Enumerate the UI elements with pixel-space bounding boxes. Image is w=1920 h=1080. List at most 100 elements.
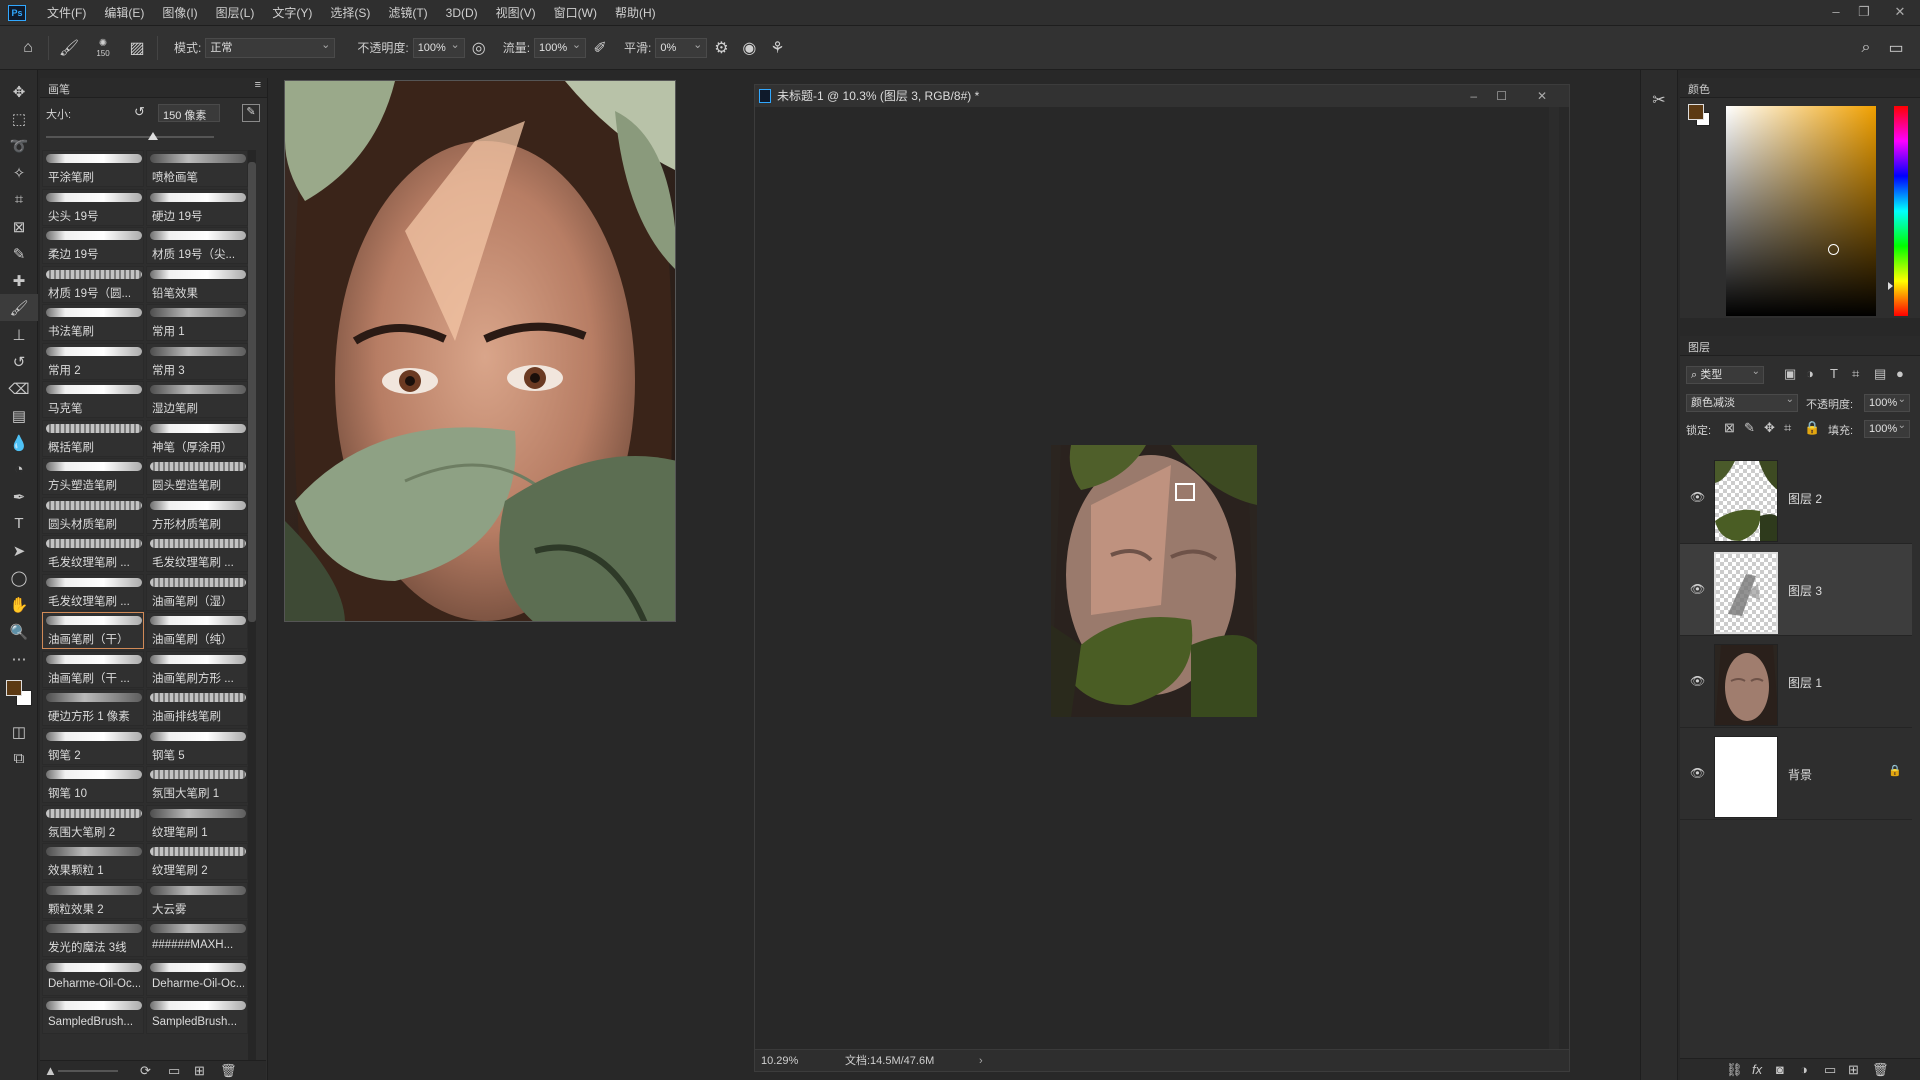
brush-preset[interactable]: 马克笔 bbox=[42, 381, 144, 418]
layer-row-background[interactable]: 👁 背景 🔒 bbox=[1680, 728, 1912, 820]
pressure-size-icon[interactable]: ◉ bbox=[735, 34, 763, 62]
menu-image[interactable]: 图像(I) bbox=[153, 0, 206, 26]
brush-preset[interactable]: 油画笔刷（湿） bbox=[146, 573, 248, 611]
layer-name[interactable]: 背景 bbox=[1788, 766, 1812, 783]
brush-preset[interactable]: 效果颗粒 1 bbox=[42, 843, 144, 880]
menu-view[interactable]: 视图(V) bbox=[487, 0, 545, 26]
brush-preset[interactable]: 柔边 19号 bbox=[42, 227, 144, 264]
brush-tool-preset-icon[interactable]: 🖌 bbox=[55, 34, 83, 62]
brush-preset[interactable]: 油画笔刷方形 ... bbox=[146, 650, 248, 688]
eraser-tool-icon[interactable]: ⌫ bbox=[0, 375, 38, 402]
tools-panel-icon[interactable]: ✂ bbox=[1641, 90, 1677, 110]
brush-preset[interactable]: 毛发纹理笔刷 ... bbox=[42, 535, 144, 572]
menu-select[interactable]: 选择(S) bbox=[321, 0, 379, 26]
layer-name[interactable]: 图层 3 bbox=[1788, 582, 1822, 599]
smoothing-settings-gear-icon[interactable]: ⚙ bbox=[707, 34, 735, 62]
visibility-eye-icon[interactable]: 👁 bbox=[1690, 674, 1706, 688]
screen-mode-icon[interactable]: ⧉ bbox=[0, 745, 38, 772]
brush-preset[interactable]: Deharme-Oil-Oc... bbox=[146, 958, 248, 996]
menu-window[interactable]: 窗口(W) bbox=[545, 0, 606, 26]
lock-all-icon[interactable]: 🔒 bbox=[1804, 420, 1820, 436]
menu-help[interactable]: 帮助(H) bbox=[606, 0, 665, 26]
new-group-icon[interactable]: ▭ bbox=[1824, 1062, 1836, 1078]
filter-pixel-icon[interactable]: ▣ bbox=[1784, 366, 1796, 382]
brush-preset[interactable]: 油画笔刷（干） bbox=[42, 612, 144, 649]
magic-wand-tool-icon[interactable]: ✧ bbox=[0, 159, 38, 186]
restore-icon[interactable]: ❐ bbox=[1850, 0, 1878, 26]
delete-layer-icon[interactable]: 🗑 bbox=[1872, 1062, 1889, 1078]
brush-preset[interactable]: 油画笔刷（纯） bbox=[146, 612, 248, 649]
layer-row-layer-3[interactable]: 👁 图层 3 bbox=[1680, 544, 1912, 636]
dodge-tool-icon[interactable]: ◔ bbox=[0, 456, 38, 483]
visibility-eye-icon[interactable]: 👁 bbox=[1690, 582, 1706, 596]
status-menu-chevron-icon[interactable]: › bbox=[979, 1050, 983, 1072]
brush-preset[interactable]: SampledBrush... bbox=[42, 997, 144, 1034]
close-icon[interactable]: ✕ bbox=[1886, 0, 1914, 26]
new-group-folder-icon[interactable]: ▭ bbox=[168, 1063, 180, 1079]
delete-brush-icon[interactable]: 🗑 bbox=[220, 1063, 237, 1079]
brush-preset[interactable]: 神笔（厚涂用） bbox=[146, 419, 248, 457]
more-tools-icon[interactable]: ⋯ bbox=[0, 645, 38, 672]
crop-tool-icon[interactable]: ⌗ bbox=[0, 186, 38, 213]
visibility-eye-icon[interactable]: 👁 bbox=[1690, 490, 1706, 504]
lock-position-icon[interactable]: ✥ bbox=[1764, 420, 1775, 436]
doc-maximize-icon[interactable]: ☐ bbox=[1496, 85, 1507, 107]
filter-smart-object-icon[interactable]: ▤ bbox=[1874, 366, 1886, 382]
brush-preset-picker[interactable]: ✺ 150 bbox=[83, 34, 123, 62]
color-swatches[interactable] bbox=[0, 672, 37, 718]
layer-blend-mode-select[interactable]: 颜色减淡 bbox=[1686, 392, 1798, 412]
menu-filter[interactable]: 滤镜(T) bbox=[379, 0, 436, 26]
minimize-icon[interactable]: – bbox=[1822, 0, 1850, 26]
lock-pixels-icon[interactable]: ✎ bbox=[1744, 420, 1755, 436]
brush-preset[interactable]: 钢笔 2 bbox=[42, 727, 144, 765]
toggle-brush-preview-icon[interactable]: ⟳ bbox=[140, 1063, 151, 1079]
menu-type[interactable]: 文字(Y) bbox=[263, 0, 321, 26]
layer-style-fx-icon[interactable]: fx bbox=[1752, 1062, 1762, 1077]
brush-preset[interactable]: 常用 1 bbox=[146, 304, 248, 341]
brush-preset[interactable]: ######MAXH... bbox=[146, 920, 248, 957]
brush-preset[interactable]: 圆头材质笔刷 bbox=[42, 496, 144, 534]
adjustment-layer-icon[interactable]: ◑ bbox=[1800, 1062, 1808, 1077]
brush-preset[interactable]: 方形材质笔刷 bbox=[146, 496, 248, 534]
document-scrollbar[interactable] bbox=[1549, 107, 1559, 1051]
size-slider-track[interactable] bbox=[46, 136, 214, 138]
brush-preset[interactable]: 纹理笔刷 1 bbox=[146, 804, 248, 842]
painting-canvas[interactable] bbox=[1051, 445, 1257, 717]
zoom-tool-icon[interactable]: 🔍 bbox=[0, 618, 38, 645]
opacity-select[interactable]: 100% bbox=[412, 36, 465, 58]
layer-name[interactable]: 图层 1 bbox=[1788, 674, 1822, 691]
brush-preset[interactable]: Deharme-Oil-Oc... bbox=[42, 958, 144, 996]
layer-name[interactable]: 图层 2 bbox=[1788, 490, 1822, 507]
link-layers-icon[interactable]: ⛓ bbox=[1726, 1062, 1743, 1078]
lock-artboard-icon[interactable]: ⌗ bbox=[1784, 420, 1791, 436]
filter-shape-icon[interactable]: ⌗ bbox=[1852, 366, 1859, 382]
airbrush-icon[interactable]: ✐ bbox=[586, 34, 614, 62]
color-panel-tab[interactable]: 颜色 bbox=[1680, 78, 1920, 98]
brush-preset[interactable]: 铅笔效果 bbox=[146, 265, 248, 303]
brush-preset[interactable]: 概括笔刷 bbox=[42, 419, 144, 457]
flow-select[interactable]: 100% bbox=[534, 36, 587, 58]
layer-fill-field[interactable]: 100% bbox=[1864, 418, 1910, 438]
clone-stamp-tool-icon[interactable]: ⊥ bbox=[0, 321, 38, 348]
scrollbar-thumb[interactable] bbox=[248, 162, 256, 622]
quick-mask-icon[interactable]: ◫ bbox=[0, 718, 38, 745]
layer-filter-select[interactable]: ⌕ 类型 bbox=[1686, 364, 1764, 384]
layer-lock-icon[interactable]: 🔒 bbox=[1888, 764, 1902, 777]
new-brush-icon[interactable]: ⊞ bbox=[194, 1063, 205, 1079]
visibility-eye-icon[interactable]: 👁 bbox=[1690, 766, 1706, 780]
brush-preset[interactable]: 方头塑造笔刷 bbox=[42, 458, 144, 495]
add-mask-icon[interactable]: ◙ bbox=[1776, 1062, 1784, 1077]
filter-adjustment-icon[interactable]: ◑ bbox=[1806, 366, 1814, 381]
brush-preset[interactable]: 油画笔刷（干 ... bbox=[42, 650, 144, 688]
brush-preset[interactable]: 尖头 19号 bbox=[42, 188, 144, 226]
brush-preset[interactable]: 硬边方形 1 像素 bbox=[42, 689, 144, 726]
brush-preset[interactable]: 钢笔 10 bbox=[42, 766, 144, 803]
brush-preset[interactable]: SampledBrush... bbox=[146, 997, 248, 1034]
workspace-icon[interactable]: ▭ bbox=[1882, 34, 1910, 62]
layer-row-layer-1[interactable]: 👁 图层 1 bbox=[1680, 636, 1912, 728]
doc-minimize-icon[interactable]: – bbox=[1470, 85, 1477, 107]
eyedropper-tool-icon[interactable]: ✎ bbox=[0, 240, 38, 267]
brush-preset[interactable]: 毛发纹理笔刷 ... bbox=[146, 535, 248, 572]
pen-tool-icon[interactable]: ✒ bbox=[0, 483, 38, 510]
symmetry-butterfly-icon[interactable]: ⚘ bbox=[763, 34, 791, 62]
